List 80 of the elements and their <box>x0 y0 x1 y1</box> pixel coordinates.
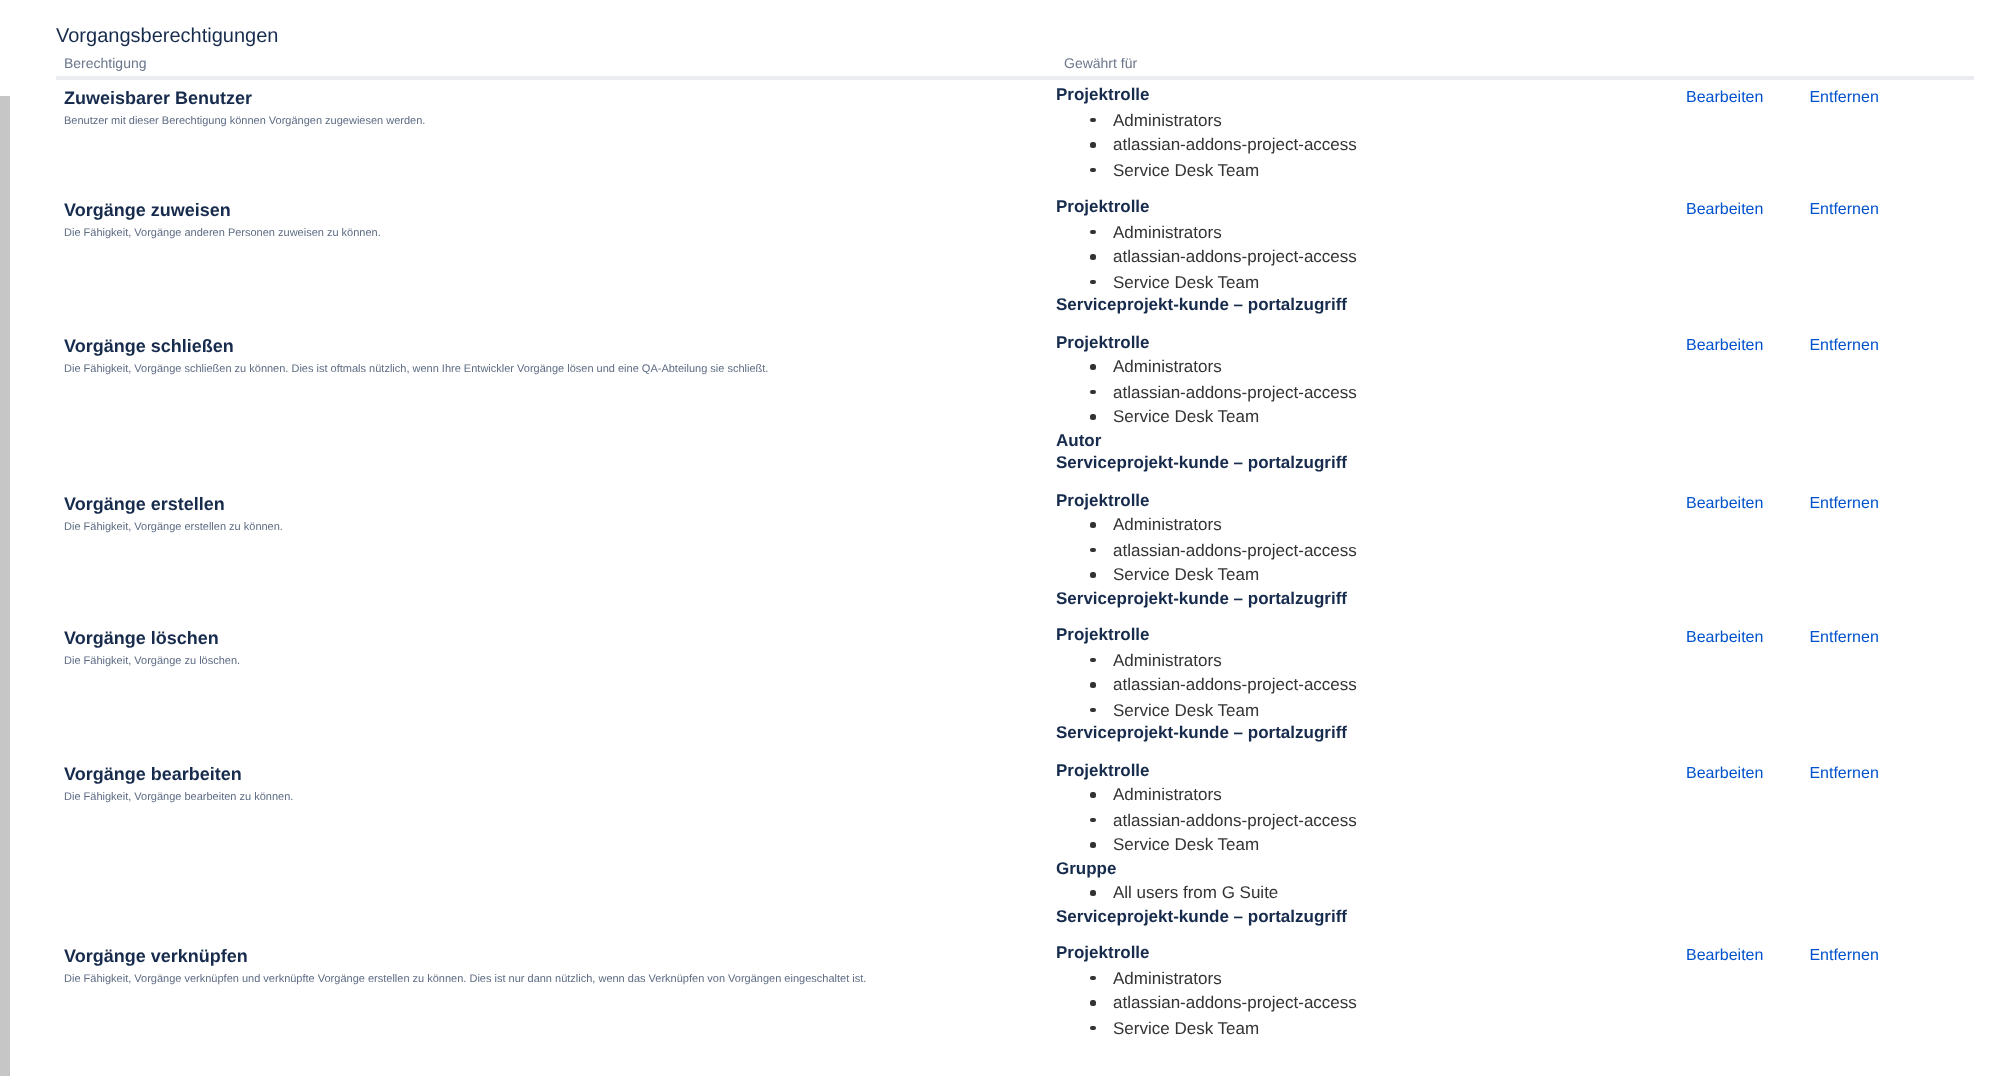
permission-name: Vorgänge verknüpfen <box>64 946 250 966</box>
action-link[interactable]: Entfernen <box>1809 198 1879 222</box>
grant-member: atlassian-addons-project-access <box>1113 990 1357 1015</box>
bullet-icon <box>1090 279 1095 284</box>
grant-member: Service Desk Team <box>1113 832 1260 857</box>
grant-type: Projektrolle <box>1056 331 1152 354</box>
grant-member: Administrators <box>1113 647 1222 672</box>
grant-type: Serviceprojekt-kunde – portalzugriff <box>1056 294 1349 317</box>
action-link[interactable]: Entfernen <box>1809 944 1879 968</box>
bullet-icon <box>1090 792 1095 797</box>
permission-name: Vorgänge zuweisen <box>64 200 233 220</box>
bullet-icon <box>1090 682 1095 687</box>
bullet-icon <box>1090 229 1095 234</box>
action-link[interactable]: Entfernen <box>1809 333 1879 357</box>
grant-member: Service Desk Team <box>1113 269 1260 294</box>
bullet-icon <box>1090 117 1095 122</box>
bullet-icon <box>1090 547 1095 552</box>
grant-member: Service Desk Team <box>1113 404 1260 429</box>
action-link[interactable]: Bearbeiten <box>1686 944 1764 968</box>
grant-member: Service Desk Team <box>1113 562 1260 587</box>
grant-type: Projektrolle <box>1056 84 1152 107</box>
action-link[interactable]: Entfernen <box>1809 491 1879 515</box>
grant-member: atlassian-addons-project-access <box>1113 537 1357 562</box>
bullet-icon <box>1090 522 1095 527</box>
permission-name: Zuweisbarer Benutzer <box>64 88 255 108</box>
grant-type: Projektrolle <box>1056 942 1152 965</box>
bullet-icon <box>1090 1025 1095 1030</box>
grant-type: Serviceprojekt-kunde – portalzugriff <box>1056 905 1349 928</box>
action-link[interactable]: Bearbeiten <box>1686 333 1764 357</box>
bullet-icon <box>1090 817 1095 822</box>
grant-member: atlassian-addons-project-access <box>1113 244 1357 269</box>
grant-type: Gruppe <box>1056 857 1119 880</box>
grant-type: Projektrolle <box>1056 624 1152 647</box>
grant-member: atlassian-addons-project-access <box>1113 807 1357 832</box>
action-link[interactable]: Bearbeiten <box>1686 86 1764 110</box>
permission-name: Vorgänge löschen <box>64 628 221 648</box>
action-link[interactable]: Entfernen <box>1809 626 1879 650</box>
permission-name: Vorgänge schließen <box>64 335 236 355</box>
bullet-icon <box>1090 657 1095 662</box>
action-link[interactable]: Bearbeiten <box>1686 761 1764 785</box>
grant-member: All users from G Suite <box>1113 880 1279 905</box>
bullet-icon <box>1090 389 1095 394</box>
bullet-icon <box>1090 414 1095 419</box>
bullet-icon <box>1090 167 1095 172</box>
grant-member: atlassian-addons-project-access <box>1113 132 1357 157</box>
grant-member: Administrators <box>1113 782 1222 807</box>
bullet-icon <box>1090 254 1095 259</box>
action-link[interactable]: Entfernen <box>1809 761 1879 785</box>
grant-member: Administrators <box>1113 107 1222 132</box>
grant-type: Autor <box>1056 429 1104 452</box>
grant-type: Projektrolle <box>1056 759 1152 782</box>
bullet-icon <box>1090 364 1095 369</box>
grant-member: Service Desk Team <box>1113 1015 1260 1040</box>
grant-type: Serviceprojekt-kunde – portalzugriff <box>1056 587 1349 610</box>
bullet-icon <box>1090 975 1095 980</box>
action-link[interactable]: Bearbeiten <box>1686 626 1764 650</box>
bullet-icon <box>1090 572 1095 577</box>
bullet-icon <box>1090 890 1095 895</box>
grant-member: atlassian-addons-project-access <box>1113 672 1357 697</box>
grant-member: Administrators <box>1113 354 1222 379</box>
bullet-icon <box>1090 1000 1095 1005</box>
action-link[interactable]: Bearbeiten <box>1686 198 1764 222</box>
permission-name: Vorgänge erstellen <box>64 493 227 513</box>
permission-name: Vorgänge bearbeiten <box>64 763 244 783</box>
page-title: Vorgangsberechtigungen <box>56 26 281 48</box>
grant-type: Serviceprojekt-kunde – portalzugriff <box>1056 452 1349 475</box>
grant-type: Serviceprojekt-kunde – portalzugriff <box>1056 722 1349 745</box>
grant-member: atlassian-addons-project-access <box>1113 379 1357 404</box>
grant-type: Projektrolle <box>1056 196 1152 219</box>
bullet-icon <box>1090 142 1095 147</box>
action-link[interactable]: Bearbeiten <box>1686 491 1764 515</box>
grant-member: Administrators <box>1113 219 1222 244</box>
grant-member: Service Desk Team <box>1113 697 1260 722</box>
grant-type: Projektrolle <box>1056 489 1152 512</box>
grant-member: Administrators <box>1113 965 1222 990</box>
action-link[interactable]: Entfernen <box>1809 86 1879 110</box>
grant-member: Service Desk Team <box>1113 157 1260 182</box>
bullet-icon <box>1090 707 1095 712</box>
bullet-icon <box>1090 842 1095 847</box>
grant-member: Administrators <box>1113 512 1222 537</box>
